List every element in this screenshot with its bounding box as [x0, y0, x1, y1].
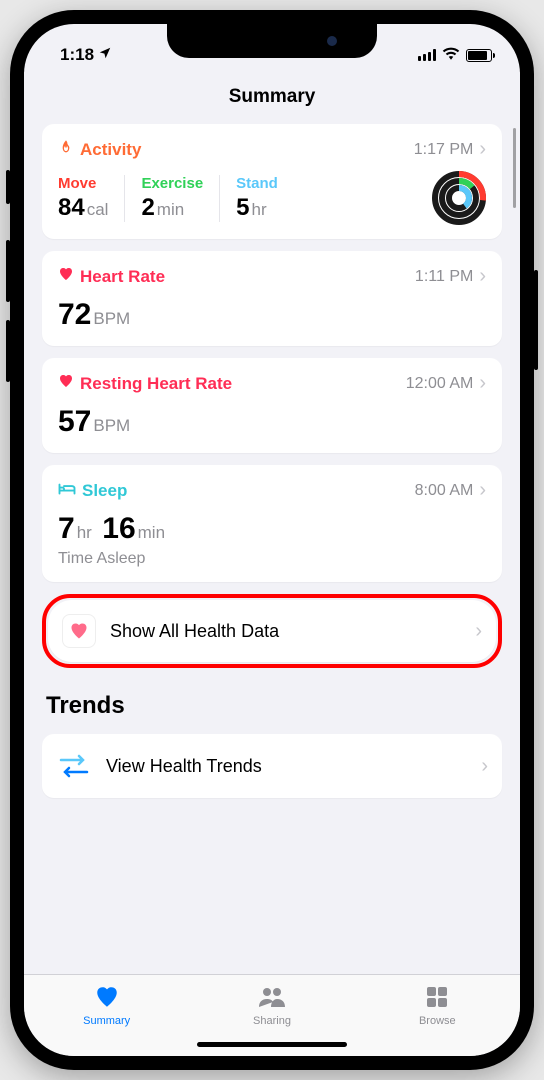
- move-unit: cal: [87, 200, 109, 219]
- resting-hr-title: Resting Heart Rate: [80, 374, 232, 394]
- status-time: 1:18: [60, 45, 94, 65]
- sleep-sublabel: Time Asleep: [58, 550, 486, 568]
- chevron-right-icon: ›: [479, 372, 486, 395]
- notch: [167, 24, 377, 58]
- heart-filled-icon: [93, 983, 121, 1011]
- phone-screen: 1:18 Summary: [24, 24, 520, 1056]
- chevron-right-icon: ›: [479, 138, 486, 161]
- status-left: 1:18: [60, 45, 112, 65]
- move-label: Move: [58, 175, 108, 192]
- resting-hr-value: 57: [58, 405, 91, 438]
- resting-hr-card[interactable]: Resting Heart Rate 12:00 AM › 57BPM: [42, 358, 502, 453]
- volume-up-button: [6, 240, 10, 302]
- activity-rings-icon: [432, 171, 486, 225]
- battery-icon: [466, 49, 492, 62]
- scroll-indicator: [513, 128, 516, 208]
- sleep-title: Sleep: [82, 481, 127, 501]
- tab-browse-label: Browse: [419, 1015, 456, 1027]
- heart-icon: [58, 266, 74, 287]
- bed-icon: [58, 481, 76, 501]
- content-scroll-area[interactable]: Activity 1:17 PM › Move 84cal Exercise 2…: [24, 124, 520, 974]
- heart-rate-title: Heart Rate: [80, 267, 165, 287]
- tab-summary-label: Summary: [83, 1015, 130, 1027]
- chevron-right-icon: ›: [475, 620, 482, 643]
- exercise-value: 2: [141, 194, 154, 221]
- activity-card[interactable]: Activity 1:17 PM › Move 84cal Exercise 2…: [42, 124, 502, 239]
- flame-icon: [58, 138, 74, 161]
- chevron-right-icon: ›: [479, 479, 486, 502]
- sleep-timestamp: 8:00 AM: [415, 482, 474, 500]
- chevron-right-icon: ›: [479, 265, 486, 288]
- tab-sharing-label: Sharing: [253, 1015, 291, 1027]
- page-header: Summary: [24, 72, 520, 124]
- resting-hr-timestamp: 12:00 AM: [406, 375, 474, 393]
- tab-browse[interactable]: Browse: [387, 983, 487, 1027]
- resting-hr-unit: BPM: [93, 416, 130, 435]
- tab-sharing[interactable]: Sharing: [222, 983, 322, 1027]
- silence-switch: [6, 170, 10, 204]
- trends-section-title: Trends: [46, 692, 502, 720]
- stand-label: Stand: [236, 175, 278, 192]
- grid-icon: [425, 983, 449, 1011]
- health-app-icon: [62, 614, 96, 648]
- heart-rate-card[interactable]: Heart Rate 1:11 PM › 72BPM: [42, 251, 502, 346]
- heart-rate-value: 72: [58, 298, 91, 331]
- location-icon: [98, 45, 112, 65]
- camera-dot: [327, 36, 337, 46]
- exercise-label: Exercise: [141, 175, 203, 192]
- wifi-icon: [442, 45, 460, 65]
- show-all-highlight: Show All Health Data ›: [42, 594, 502, 668]
- activity-title: Activity: [80, 140, 141, 160]
- sleep-mins-unit: min: [138, 523, 165, 542]
- cellular-signal-icon: [418, 49, 436, 61]
- activity-timestamp: 1:17 PM: [414, 141, 474, 159]
- sleep-mins: 16: [102, 512, 135, 545]
- heart-rate-unit: BPM: [93, 309, 130, 328]
- chevron-right-icon: ›: [481, 755, 488, 778]
- move-value: 84: [58, 194, 85, 221]
- status-right: [418, 45, 492, 65]
- sleep-hours-unit: hr: [77, 523, 92, 542]
- show-all-label: Show All Health Data: [110, 621, 461, 642]
- phone-frame: 1:18 Summary: [10, 10, 534, 1070]
- page-title: Summary: [24, 86, 520, 108]
- home-indicator[interactable]: [197, 1042, 347, 1047]
- trends-icon: [56, 748, 92, 784]
- volume-down-button: [6, 320, 10, 382]
- heart-rate-timestamp: 1:11 PM: [415, 268, 473, 286]
- sleep-card[interactable]: Sleep 8:00 AM › 7hr 16min Time Asleep: [42, 465, 502, 582]
- show-all-health-data-button[interactable]: Show All Health Data ›: [48, 600, 496, 662]
- heart-icon: [58, 373, 74, 394]
- sleep-hours: 7: [58, 512, 75, 545]
- exercise-unit: min: [157, 200, 184, 219]
- stand-unit: hr: [252, 200, 267, 219]
- view-health-trends-button[interactable]: View Health Trends ›: [42, 734, 502, 798]
- stand-value: 5: [236, 194, 249, 221]
- people-icon: [256, 983, 288, 1011]
- tab-summary[interactable]: Summary: [57, 983, 157, 1027]
- view-trends-label: View Health Trends: [106, 756, 467, 777]
- power-button: [534, 270, 538, 370]
